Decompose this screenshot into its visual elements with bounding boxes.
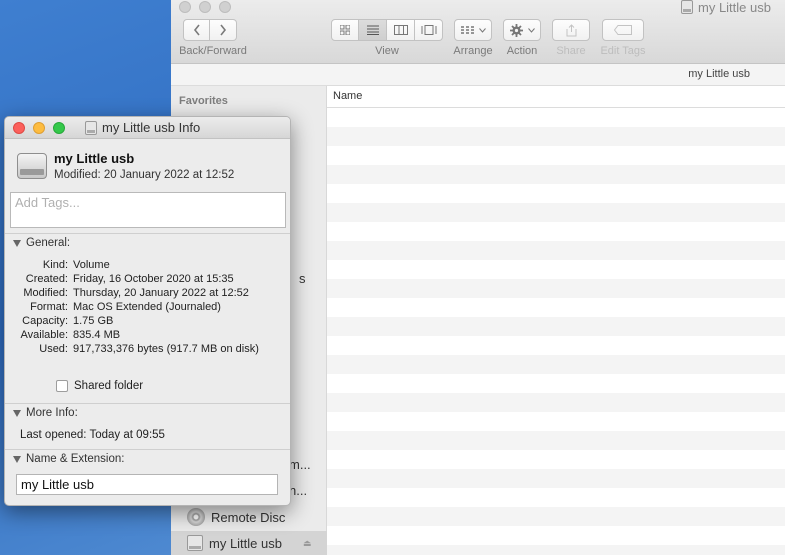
name-input-value: my Little usb (21, 477, 94, 492)
file-list: Name (327, 86, 785, 555)
favorites-heading: Favorites (179, 95, 228, 107)
sidebar-item-my-little-usb[interactable]: my Little usb ⏏ (171, 531, 327, 555)
usb-drive-icon (681, 0, 693, 14)
column-view-button[interactable] (387, 19, 415, 41)
shared-folder-checkbox[interactable]: Shared folder (56, 380, 143, 392)
share-label: Share (556, 45, 586, 57)
edit-tags-button[interactable] (602, 19, 644, 41)
zoom-button[interactable] (53, 122, 65, 134)
view-label: View (375, 45, 399, 57)
arrange-group (454, 19, 492, 41)
sidebar-item-label: my Little usb (209, 535, 282, 551)
arrange-button[interactable] (454, 19, 492, 41)
disc-icon (187, 508, 205, 526)
name-extension-section-toggle[interactable]: Name & Extension: (13, 453, 124, 465)
divider (5, 449, 290, 450)
disclosure-triangle-icon (13, 455, 21, 463)
sidebar-item-partial[interactable]: n... (289, 483, 307, 498)
icon-view-button[interactable] (331, 19, 359, 41)
action-button[interactable] (503, 19, 541, 41)
general-row-used: Used: 917,733,376 bytes (917.7 MB on disk… (39, 343, 259, 355)
window-title: my Little usb (681, 0, 771, 15)
info-titlebar: my Little usb Info (5, 117, 290, 139)
list-view-button[interactable] (359, 19, 387, 41)
share-button[interactable] (552, 19, 590, 41)
arrange-grid-icon (461, 26, 474, 34)
forward-button[interactable] (210, 19, 237, 41)
sidebar-item-label: Remote Disc (211, 509, 286, 525)
back-forward-group (183, 19, 237, 41)
tags-field[interactable]: Add Tags... (10, 192, 286, 228)
name-input[interactable]: my Little usb (16, 474, 278, 495)
info-window-title: my Little usb Info (85, 120, 200, 135)
last-opened-text: Last opened: Today at 09:55 (20, 429, 165, 441)
action-group (503, 19, 541, 41)
more-info-section-toggle[interactable]: More Info: (13, 407, 78, 419)
share-icon (566, 23, 576, 36)
arrange-label: Arrange (453, 45, 493, 57)
gallery-icon (421, 25, 436, 35)
eject-icon[interactable]: ⏏ (303, 538, 313, 548)
back-forward-label: Back/Forward (179, 45, 247, 57)
columns-icon (393, 25, 408, 35)
divider (5, 233, 290, 234)
modified-summary: Modified: 20 January 2022 at 12:52 (54, 169, 235, 181)
tag-icon (614, 25, 632, 35)
volume-name: my Little usb (54, 151, 135, 166)
finder-toolbar: my Little usb Back/Forward View Arrange … (171, 0, 785, 64)
action-label: Action (506, 45, 538, 57)
sidebar-item-remote-disc[interactable]: Remote Disc (171, 505, 327, 529)
chevron-right-icon (220, 24, 227, 36)
gallery-view-button[interactable] (415, 19, 443, 41)
sidebar-item-partial[interactable]: m... (289, 457, 311, 472)
path-label: my Little usb (688, 68, 750, 80)
usb-drive-icon (85, 120, 97, 135)
disclosure-triangle-icon (13, 409, 21, 417)
close-button[interactable] (13, 122, 25, 134)
general-row-capacity: Capacity: 1.75 GB (22, 315, 114, 327)
shared-folder-label: Shared folder (74, 380, 144, 392)
divider (5, 403, 290, 404)
edit-tags-group (602, 19, 644, 41)
general-section-toggle[interactable]: General: (13, 237, 70, 249)
edit-tags-label: Edit Tags (600, 45, 646, 57)
path-bar: my Little usb (171, 64, 785, 86)
empty-list-rows (327, 108, 785, 555)
share-group (552, 19, 590, 41)
chevron-down-icon (479, 27, 486, 33)
general-row-available: Available: 835.4 MB (20, 329, 121, 341)
more-info-heading: More Info: (26, 407, 78, 419)
general-row-kind: Kind: Volume (42, 259, 110, 271)
volume-drive-icon (17, 151, 47, 181)
usb-drive-icon (187, 535, 203, 551)
window-title-text: my Little usb (698, 0, 771, 15)
list-lines-icon (366, 25, 379, 35)
name-extension-heading: Name & Extension: (26, 453, 125, 465)
general-row-format: Format: Mac OS Extended (Journaled) (30, 301, 221, 313)
chevron-left-icon (193, 24, 200, 36)
minimize-button-inactive[interactable] (199, 1, 211, 13)
zoom-button-inactive[interactable] (219, 1, 231, 13)
close-button-inactive[interactable] (179, 1, 191, 13)
info-window-title-text: my Little usb Info (102, 120, 201, 135)
name-column-header[interactable]: Name (327, 86, 785, 108)
back-button[interactable] (183, 19, 210, 41)
general-row-created: Created: Friday, 16 October 2020 at 15:35 (25, 273, 234, 285)
view-group (331, 19, 443, 41)
chevron-down-icon (527, 27, 535, 33)
name-column-label: Name (333, 90, 363, 102)
general-row-modified: Modified: Thursday, 20 January 2022 at 12… (23, 287, 249, 299)
tags-placeholder: Add Tags... (15, 195, 80, 210)
gear-icon (509, 23, 523, 37)
sidebar-item-partial[interactable]: s (299, 271, 306, 286)
checkbox-box[interactable] (56, 380, 68, 392)
disclosure-triangle-icon (13, 239, 21, 247)
minimize-button[interactable] (33, 122, 45, 134)
icon-grid-icon (340, 25, 350, 35)
get-info-window: my Little usb Info my Little usb Modifie… (4, 116, 291, 506)
general-heading: General: (26, 237, 71, 249)
